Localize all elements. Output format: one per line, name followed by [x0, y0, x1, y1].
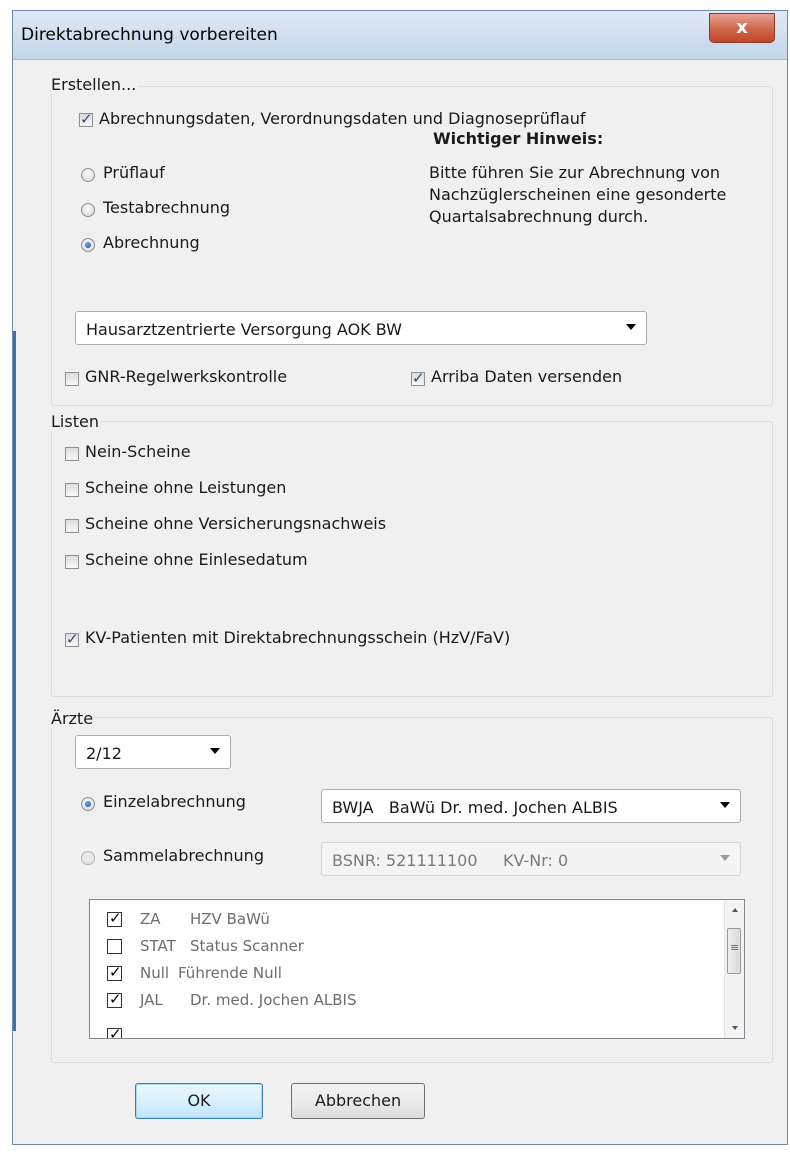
doctor-listbox[interactable]: ZA HZV BaWü STAT Status Scanner Null Füh… — [89, 899, 745, 1039]
doctor-code-null: Null — [140, 964, 170, 982]
einzel-doctor-select-value: BWJA BaWü Dr. med. Jochen ALBIS — [332, 798, 618, 817]
doctor-name-za: HZV BaWü — [190, 910, 270, 928]
radio-testabrechnung-label[interactable]: Testabrechnung — [103, 198, 230, 217]
ohne-versicherungsnachweis-checkbox[interactable] — [65, 519, 79, 533]
close-button[interactable]: x — [709, 13, 775, 43]
doctor-code-stat: STAT — [140, 937, 176, 955]
doctor-name-jal: Dr. med. Jochen ALBIS — [190, 991, 357, 1009]
hint-line-1: Bitte führen Sie zur Abrechnung von — [429, 163, 721, 182]
arriba-checkbox[interactable] — [411, 369, 425, 387]
chevron-down-icon — [626, 324, 636, 330]
radio-testabrechnung[interactable] — [81, 203, 95, 217]
erstellen-group-label: Erstellen... — [49, 75, 139, 94]
hint-line-2: Nachzüglerscheinen eine gesonderte — [429, 185, 727, 204]
kv-patienten-checkbox[interactable] — [65, 630, 79, 648]
kv-patienten-label[interactable]: KV-Patienten mit Direktabrechnungsschein… — [85, 628, 510, 647]
radio-abrechnung[interactable] — [81, 238, 95, 252]
doctor-checkbox-za[interactable] — [107, 909, 122, 927]
doctor-checkbox-null[interactable] — [107, 963, 122, 981]
sammel-bsnr-select-value: BSNR: 521111100 KV-Nr: 0 — [332, 851, 569, 870]
doctor-name-stat: Status Scanner — [190, 937, 304, 955]
data-checkbox[interactable] — [79, 110, 93, 128]
doctor-code-jal: JAL — [140, 991, 163, 1009]
title-bar[interactable]: Direktabrechnung vorbereiten x — [13, 11, 787, 60]
hint-line-3: Quartalsabrechnung durch. — [429, 207, 649, 226]
ohne-einlesedatum-label[interactable]: Scheine ohne Einlesedatum — [85, 550, 308, 569]
radio-abrechnung-label[interactable]: Abrechnung — [103, 233, 200, 252]
arriba-checkbox-label[interactable]: Arriba Daten versenden — [431, 367, 622, 386]
ohne-leistungen-checkbox[interactable] — [65, 483, 79, 497]
listbox-scrollbar[interactable] — [724, 900, 744, 1038]
nein-scheine-label[interactable]: Nein-Scheine — [85, 442, 191, 461]
doctor-code-za: ZA — [140, 910, 161, 928]
gnr-checkbox[interactable] — [65, 372, 79, 386]
sammelabrechnung-label[interactable]: Sammelabrechnung — [103, 846, 264, 865]
quarter-select[interactable]: 2/12 — [75, 735, 231, 769]
scroll-up-icon[interactable] — [732, 908, 738, 912]
doctor-checkbox-partial[interactable] — [107, 1025, 122, 1038]
radio-prueflauf[interactable] — [81, 168, 95, 182]
data-checkbox-label[interactable]: Abrechnungsdaten, Verordnungsdaten und D… — [99, 109, 586, 128]
ohne-versicherungsnachweis-label[interactable]: Scheine ohne Versicherungsnachweis — [85, 514, 386, 533]
sammelabrechnung-radio[interactable] — [81, 851, 95, 865]
gnr-checkbox-label[interactable]: GNR-Regelwerkskontrolle — [85, 367, 287, 386]
scroll-down-icon[interactable] — [732, 1026, 738, 1030]
einzelabrechnung-label[interactable]: Einzelabrechnung — [103, 792, 246, 811]
doctor-name-null: Führende Null — [178, 964, 282, 982]
quarter-select-value: 2/12 — [86, 744, 122, 763]
dialog-title: Direktabrechnung vorbereiten — [21, 25, 278, 45]
nein-scheine-checkbox[interactable] — [65, 447, 79, 461]
aerzte-group-label: Ärzte — [49, 709, 96, 728]
chevron-down-icon — [720, 802, 730, 808]
ok-button[interactable]: OK — [135, 1083, 263, 1119]
listen-group-label: Listen — [49, 412, 101, 431]
contract-select[interactable]: Hausarztzentrierte Versorgung AOK BW — [75, 311, 647, 345]
contract-select-value: Hausarztzentrierte Versorgung AOK BW — [86, 320, 402, 339]
doctor-checkbox-jal[interactable] — [107, 990, 122, 1008]
einzelabrechnung-radio[interactable] — [81, 797, 95, 811]
ohne-leistungen-label[interactable]: Scheine ohne Leistungen — [85, 478, 286, 497]
scroll-thumb[interactable] — [727, 928, 741, 974]
window-edge — [13, 331, 16, 1031]
doctor-checkbox-stat[interactable] — [107, 939, 122, 954]
ohne-einlesedatum-checkbox[interactable] — [65, 555, 79, 569]
dialog-window: Direktabrechnung vorbereiten x Erstellen… — [12, 10, 788, 1145]
sammel-bsnr-select[interactable]: BSNR: 521111100 KV-Nr: 0 — [321, 842, 741, 876]
cancel-button[interactable]: Abbrechen — [291, 1083, 425, 1119]
radio-prueflauf-label[interactable]: Prüflauf — [103, 163, 165, 182]
hint-title: Wichtiger Hinweis: — [433, 129, 604, 148]
chevron-down-icon — [720, 855, 730, 861]
einzel-doctor-select[interactable]: BWJA BaWü Dr. med. Jochen ALBIS — [321, 789, 741, 823]
chevron-down-icon — [210, 748, 220, 754]
